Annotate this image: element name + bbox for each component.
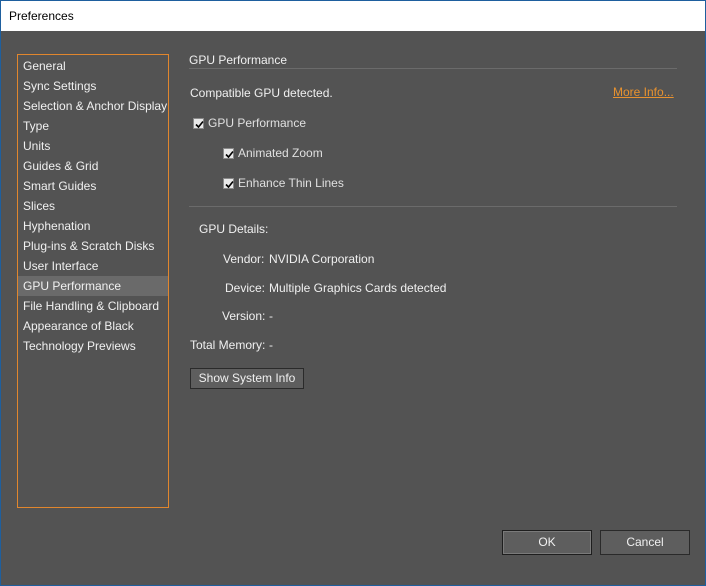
gpu-performance-checkbox[interactable]: GPU Performance xyxy=(193,116,306,130)
enhance-thin-lines-checkbox[interactable]: Enhance Thin Lines xyxy=(223,176,344,190)
enhance-thin-lines-label: Enhance Thin Lines xyxy=(238,176,344,190)
dialog-content: General Sync Settings Selection & Anchor… xyxy=(1,31,705,585)
gpu-performance-label: GPU Performance xyxy=(208,116,307,130)
window-title: Preferences xyxy=(9,9,74,23)
sidebar-item-gpu-performance[interactable]: GPU Performance xyxy=(18,276,168,296)
total-memory-label: Total Memory: xyxy=(190,338,266,352)
sidebar-item-general[interactable]: General xyxy=(18,56,168,76)
details-divider xyxy=(189,206,677,207)
sidebar-item-type[interactable]: Type xyxy=(18,116,168,136)
checkmark-icon xyxy=(225,150,234,158)
sidebar-item-guides-grid[interactable]: Guides & Grid xyxy=(18,156,168,176)
ok-button[interactable]: OK xyxy=(502,530,592,555)
more-info-link[interactable]: More Info... xyxy=(613,85,674,99)
sidebar-item-technology-previews[interactable]: Technology Previews xyxy=(18,336,168,356)
sidebar-item-smart-guides[interactable]: Smart Guides xyxy=(18,176,168,196)
checkbox-box[interactable] xyxy=(193,117,204,129)
gpu-performance-panel: GPU Performance Compatible GPU detected.… xyxy=(189,31,679,571)
gpu-status-text: Compatible GPU detected. xyxy=(190,86,333,100)
vendor-value: NVIDIA Corporation xyxy=(269,252,375,266)
animated-zoom-label: Animated Zoom xyxy=(238,146,323,160)
animated-zoom-checkbox[interactable]: Animated Zoom xyxy=(223,146,323,160)
title-bar[interactable]: Preferences xyxy=(1,1,705,31)
device-value: Multiple Graphics Cards detected xyxy=(269,281,447,295)
sidebar-item-slices[interactable]: Slices xyxy=(18,196,168,216)
sidebar-item-selection-anchor-display[interactable]: Selection & Anchor Display xyxy=(18,96,168,116)
sidebar-item-plugins-scratch-disks[interactable]: Plug-ins & Scratch Disks xyxy=(18,236,168,256)
checkmark-icon xyxy=(225,180,234,188)
checkmark-icon xyxy=(195,120,204,128)
show-system-info-button[interactable]: Show System Info xyxy=(190,368,304,389)
sidebar-item-user-interface[interactable]: User Interface xyxy=(18,256,168,276)
checkbox-box[interactable] xyxy=(223,177,234,189)
sidebar-item-hyphenation[interactable]: Hyphenation xyxy=(18,216,168,236)
total-memory-value: - xyxy=(269,338,273,352)
sidebar-item-file-handling-clipboard[interactable]: File Handling & Clipboard xyxy=(18,296,168,316)
preferences-window: Preferences General Sync Settings Select… xyxy=(0,0,706,586)
checkbox-box[interactable] xyxy=(223,147,234,159)
device-label: Device: xyxy=(225,281,266,295)
sidebar-item-units[interactable]: Units xyxy=(18,136,168,156)
category-list: General Sync Settings Selection & Anchor… xyxy=(17,54,169,508)
version-label: Version: xyxy=(222,309,266,323)
sidebar-item-appearance-of-black[interactable]: Appearance of Black xyxy=(18,316,168,336)
cancel-button[interactable]: Cancel xyxy=(600,530,690,555)
version-value: - xyxy=(269,309,273,323)
section-divider xyxy=(189,68,677,69)
vendor-label: Vendor: xyxy=(223,252,265,266)
gpu-details-heading: GPU Details: xyxy=(199,222,269,236)
sidebar-item-sync-settings[interactable]: Sync Settings xyxy=(18,76,168,96)
section-title: GPU Performance xyxy=(189,53,288,67)
